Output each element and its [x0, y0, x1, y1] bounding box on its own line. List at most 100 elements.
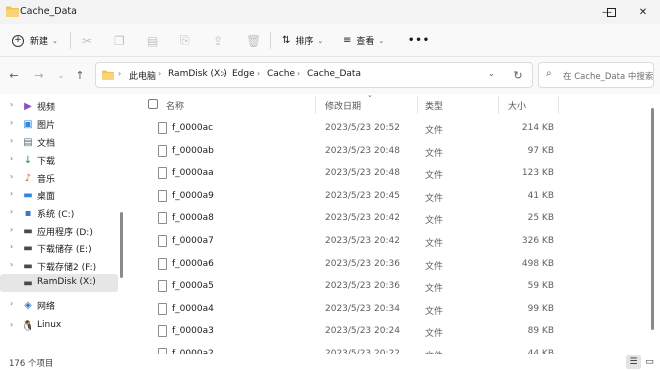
file-type: 文件: [425, 306, 444, 317]
delete-button[interactable]: 🗑: [246, 24, 261, 57]
chevron-down-icon: ⌄: [317, 36, 324, 45]
breadcrumb-ramdisk[interactable]: RamDisk (X:): [168, 69, 227, 79]
sidebar-item-label: 下载存储2 (F:): [37, 263, 97, 273]
sidebar-item-downloads[interactable]: › ↓ 下载: [0, 151, 118, 169]
file-name: f_0000a3: [172, 326, 214, 337]
column-header-date[interactable]: 修改日期: [325, 99, 361, 112]
tiles-view-button[interactable]: ▭: [642, 355, 657, 369]
search-box[interactable]: ⌕ 在 Cache_Data 中搜索: [538, 62, 654, 88]
breadcrumb-cache-data[interactable]: Cache_Data: [307, 69, 361, 79]
breadcrumb-separator: ›: [257, 69, 261, 78]
breadcrumb-edge[interactable]: Edge: [232, 69, 255, 79]
breadcrumb-cache[interactable]: Cache: [267, 69, 295, 79]
expand-chevron-icon[interactable]: ›: [10, 172, 13, 181]
rename-button[interactable]: ⎘: [180, 24, 190, 57]
close-button[interactable]: ✕: [626, 0, 660, 24]
maximize-button[interactable]: [594, 0, 628, 24]
column-divider[interactable]: [315, 96, 316, 114]
breadcrumb-this-pc[interactable]: 此电脑: [129, 69, 156, 82]
sort-label: 排序: [295, 37, 314, 47]
column-header-name[interactable]: 名称: [166, 99, 184, 112]
table-row[interactable]: f_0000a3 2023/5/23 20:24 文件 89 KB: [130, 320, 656, 342]
up-button[interactable]: ↑: [71, 66, 89, 84]
file-size: 214 KB: [521, 123, 554, 133]
sidebar-item-label: 桌面: [37, 192, 56, 202]
sidebar-item-network[interactable]: › ◈ 网络: [0, 296, 118, 314]
table-row[interactable]: f_0000a22023/5/23 20:22文件44 KB: [130, 343, 656, 354]
sidebar-item-linux[interactable]: › 🐧 Linux: [0, 317, 118, 335]
table-row[interactable]: f_0000aa 2023/5/23 20:48 文件 123 KB: [130, 162, 656, 184]
download-icon: ↓: [23, 154, 33, 166]
expand-chevron-icon[interactable]: ›: [10, 260, 13, 269]
breadcrumb-separator: ›: [222, 69, 226, 78]
file-icon: [158, 189, 167, 202]
column-divider[interactable]: [498, 96, 499, 114]
table-row[interactable]: f_0000a9 2023/5/23 20:45 文件 41 KB: [130, 185, 656, 207]
sidebar-item-documents[interactable]: › ▤ 文档: [0, 133, 118, 151]
select-all-checkbox[interactable]: [148, 99, 158, 109]
sidebar-item-drive-f[interactable]: › ▬ 下载存储2 (F:): [0, 257, 118, 275]
column-divider[interactable]: [558, 96, 559, 114]
table-row[interactable]: f_0000ac 2023/5/23 20:52 文件 214 KB: [130, 117, 656, 139]
sidebar-item-pictures[interactable]: › ▣ 图片: [0, 115, 118, 133]
column-header-type[interactable]: 类型: [425, 99, 443, 112]
refresh-button[interactable]: ↻: [509, 66, 527, 84]
table-row[interactable]: f_0000a7 2023/5/23 20:42 文件 326 KB: [130, 230, 656, 252]
expand-chevron-icon[interactable]: ›: [10, 299, 13, 308]
file-date: 2023/5/23 20:42: [325, 213, 400, 224]
column-header-size[interactable]: 大小: [508, 99, 526, 112]
sidebar-item-drive-d[interactable]: › ▬ 应用程序 (D:): [0, 222, 118, 240]
share-button[interactable]: ⇪: [213, 24, 223, 57]
copy-button[interactable]: ❐: [114, 24, 125, 57]
sort-button[interactable]: ⇅ 排序 ⌄: [282, 24, 323, 57]
table-row[interactable]: f_0000a8 2023/5/23 20:42 文件 25 KB: [130, 207, 656, 229]
sidebar-item-drive-c[interactable]: › ▪ 系统 (C:): [0, 204, 118, 222]
more-options-button[interactable]: •••: [408, 24, 430, 57]
sidebar-item-desktop[interactable]: › ▬ 桌面: [0, 186, 118, 204]
breadcrumb-separator: ›: [297, 69, 301, 78]
cut-button[interactable]: ✂: [82, 24, 92, 57]
file-icon: [158, 144, 167, 157]
expand-chevron-icon[interactable]: ›: [10, 136, 13, 145]
expand-chevron-icon[interactable]: ›: [10, 225, 13, 234]
new-button[interactable]: + 新建 ⌄: [12, 24, 58, 57]
expand-chevron-icon[interactable]: ›: [10, 189, 13, 198]
column-divider[interactable]: [417, 96, 418, 114]
file-type: 文件: [425, 193, 444, 204]
paste-button[interactable]: ▤: [147, 24, 158, 57]
folder-icon: [6, 6, 19, 17]
back-button[interactable]: ←: [5, 66, 23, 84]
windows-drive-icon: ▪: [24, 207, 32, 219]
refresh-icon: ↻: [513, 68, 523, 82]
recent-locations-button[interactable]: ⌄: [52, 66, 70, 84]
sidebar-item-label: 视频: [37, 103, 56, 113]
sidebar-item-drive-e[interactable]: › ▬ 下载储存 (E:): [0, 239, 118, 257]
address-history-chevron-icon[interactable]: ⌄: [488, 69, 495, 78]
sidebar-item-videos[interactable]: › ▶ 视频: [0, 97, 118, 115]
folder-icon: [102, 70, 114, 80]
sidebar-scrollbar[interactable]: [120, 212, 123, 278]
file-list: 名称 ⌄ 修改日期 类型 大小 f_0000ac 2023/5/23 20:52 文…: [130, 94, 656, 354]
table-row[interactable]: f_0000ab 2023/5/23 20:48 文件 97 KB: [130, 140, 656, 162]
expand-chevron-icon[interactable]: ›: [10, 118, 13, 127]
sidebar-item-drive-x[interactable]: ▬ RamDisk (X:): [0, 274, 118, 292]
expand-chevron-icon[interactable]: ›: [10, 207, 13, 216]
details-view-button[interactable]: ☰: [626, 355, 641, 369]
file-size: 99 KB: [527, 303, 554, 314]
expand-chevron-icon[interactable]: ›: [10, 320, 13, 329]
table-row[interactable]: f_0000a5 2023/5/23 20:36 文件 59 KB: [130, 275, 656, 297]
table-row[interactable]: f_0000a6 2023/5/23 20:36 文件 498 KB: [130, 253, 656, 275]
address-bar[interactable]: › 此电脑 › RamDisk (X:) › Edge › Cache › Ca…: [95, 62, 533, 88]
arrow-up-icon: ↑: [75, 68, 85, 82]
navigation-pane: › ▶ 视频 › ▣ 图片 › ▤ 文档 › ↓ 下载 › ♪ 音乐 › ▬ 桌面 › ▪ 系统 (C:) › ▬ 应用程序 …: [0, 94, 124, 354]
file-type: 文件: [425, 126, 444, 136]
table-row[interactable]: f_0000a4 2023/5/23 20:34 文件 99 KB: [130, 298, 656, 320]
expand-chevron-icon[interactable]: ›: [10, 242, 13, 251]
search-input[interactable]: 在 Cache_Data 中搜索: [563, 70, 653, 82]
file-list-scrollbar[interactable]: [651, 108, 654, 330]
forward-button[interactable]: →: [30, 66, 48, 84]
view-button[interactable]: ≡ 查看 ⌄: [343, 24, 384, 57]
expand-chevron-icon[interactable]: ›: [10, 154, 13, 163]
sidebar-item-music[interactable]: › ♪ 音乐: [0, 169, 118, 187]
expand-chevron-icon[interactable]: ›: [10, 100, 13, 109]
